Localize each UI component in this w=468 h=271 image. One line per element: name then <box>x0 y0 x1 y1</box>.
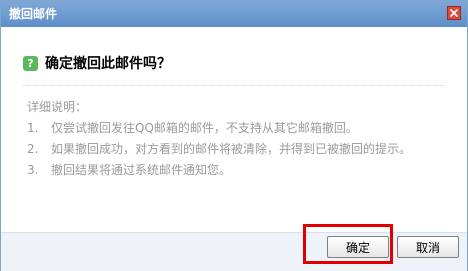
detail-text: 仅尝试撤回发往QQ邮箱的邮件，不支持从其它邮箱撤回。 <box>51 121 358 135</box>
recall-mail-dialog: 撤回邮件 ? 确定撤回此邮件吗？ 详细说明： 1. 仅尝试撤回发往QQ邮箱的邮件，… <box>0 0 468 271</box>
detail-number: 2. <box>27 142 39 156</box>
detail-item: 2. 如果撤回成功，对方看到的邮件将被清除，并得到已被撤回的提示。 <box>27 139 411 160</box>
dialog-titlebar[interactable]: 撤回邮件 <box>1 1 467 27</box>
confirm-button[interactable]: 确定 <box>327 236 389 258</box>
details-heading: 详细说明： <box>27 100 88 114</box>
question-row: ? 确定撤回此邮件吗？ <box>23 53 171 73</box>
detail-item: 1. 仅尝试撤回发往QQ邮箱的邮件，不支持从其它邮箱撤回。 <box>27 118 411 139</box>
detail-text: 如果撤回成功，对方看到的邮件将被清除，并得到已被撤回的提示。 <box>51 142 412 156</box>
confirm-question: 确定撤回此邮件吗？ <box>45 56 171 72</box>
detail-number: 3. <box>27 163 39 177</box>
detail-text: 撤回结果将通过系统邮件通知您。 <box>51 163 232 177</box>
detail-number: 1. <box>27 121 39 135</box>
details-section: 详细说明： 1. 仅尝试撤回发往QQ邮箱的邮件，不支持从其它邮箱撤回。 2. 如果撤… <box>27 97 411 181</box>
dialog-title: 撤回邮件 <box>9 7 58 21</box>
question-icon: ? <box>23 55 38 71</box>
divider <box>23 85 445 86</box>
detail-item: 3. 撤回结果将通过系统邮件通知您。 <box>27 160 411 181</box>
cancel-button[interactable]: 取消 <box>397 236 459 258</box>
close-icon[interactable] <box>447 6 461 20</box>
